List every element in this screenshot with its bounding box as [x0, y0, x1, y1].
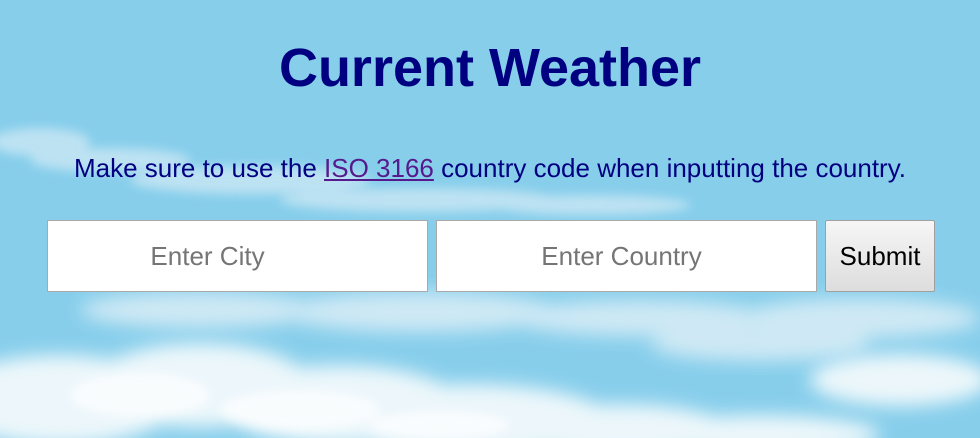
submit-button[interactable]: Submit — [825, 220, 935, 292]
instruction-prefix: Make sure to use the — [73, 153, 325, 183]
country-input[interactable] — [436, 220, 817, 292]
weather-page: Current Weather Make sure to use the ISO… — [0, 0, 980, 438]
instruction-text: Make sure to use the ISO 3166 country co… — [0, 152, 980, 184]
iso-3166-link[interactable]: ISO 3166 — [324, 153, 434, 183]
city-input[interactable] — [47, 220, 428, 292]
page-title: Current Weather — [278, 38, 702, 98]
instruction-suffix: country code when inputting the country. — [433, 153, 907, 183]
